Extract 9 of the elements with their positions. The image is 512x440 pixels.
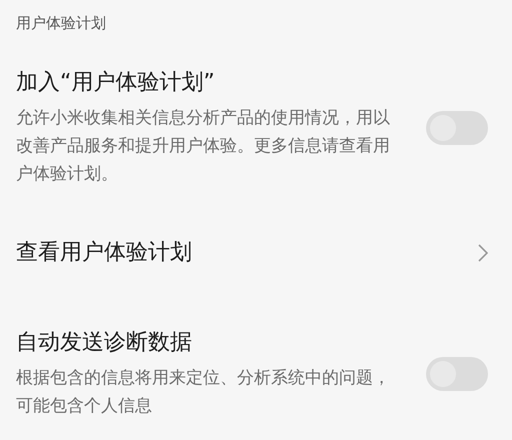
toggle-switch[interactable] [426, 111, 488, 145]
setting-link[interactable]: 查看用户体验计划 [16, 238, 192, 268]
section-header: 用户体验计划 [16, 13, 107, 34]
chevron-icon [478, 244, 488, 262]
setting-description: 根据包含的信息将用来定位、分析系统中的问题，可能包含个人信息 [16, 367, 391, 418]
setting-description: 允许小米收集相关信息分析产品的使用情况，用以改善产品服务和提升用户体验。更多信息请查看用户体验计划。 [16, 107, 391, 186]
toggle-switch[interactable] [426, 357, 488, 391]
setting-title: 加入“用户体验计划” [16, 69, 216, 97]
setting-title: 自动发送诊断数据 [16, 329, 193, 357]
